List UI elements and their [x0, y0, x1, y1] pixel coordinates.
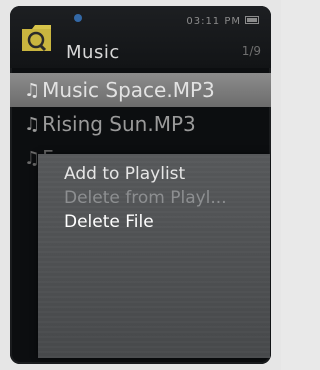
file-name: Music Space.MP3: [42, 78, 215, 102]
page-count: 1/9: [241, 44, 261, 58]
header-bar: 03:11 PM Music 1/9: [10, 6, 271, 68]
menu-item-delete-from-playlist[interactable]: Delete from Playl...: [64, 188, 227, 208]
clock-text: 03:11 PM: [186, 16, 241, 27]
music-note-icon: ♫: [24, 79, 41, 101]
list-item[interactable]: ♫ Rising Sun.MP3: [10, 107, 271, 141]
menu-item-add-to-playlist[interactable]: Add to Playlist: [64, 164, 185, 184]
device-bezel: 03:11 PM Music 1/9 ♫ Music Space.MP3 ♫ R…: [0, 0, 281, 370]
status-indicator: [74, 14, 82, 22]
music-note-icon: ♫: [24, 113, 41, 135]
context-menu: Add to Playlist Delete from Playl... Del…: [38, 154, 270, 358]
menu-item-delete-file[interactable]: Delete File: [64, 212, 154, 232]
file-name: Rising Sun.MP3: [42, 112, 196, 136]
folder-music-icon: [22, 25, 51, 52]
list-item[interactable]: ♫ Music Space.MP3: [10, 73, 271, 107]
player-screen: 03:11 PM Music 1/9 ♫ Music Space.MP3 ♫ R…: [10, 6, 271, 364]
battery-icon: [245, 16, 259, 24]
folder-title: Music: [66, 42, 120, 63]
